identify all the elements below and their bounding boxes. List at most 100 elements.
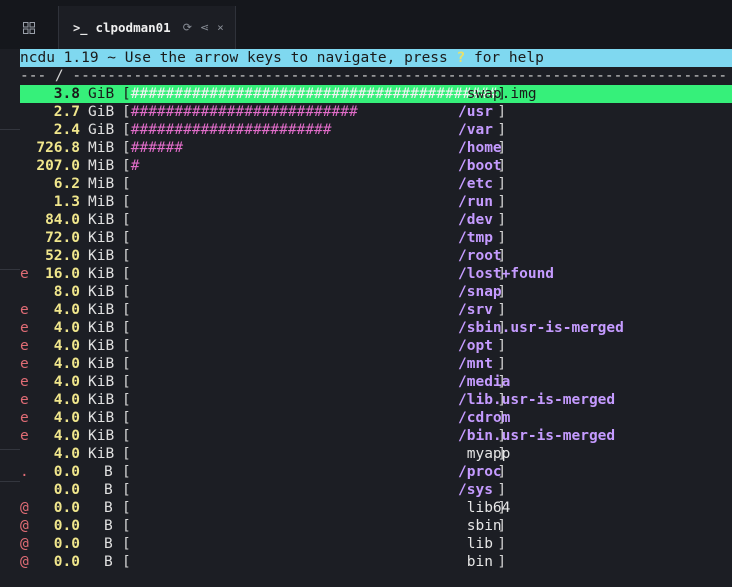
item-flag: . [20, 464, 29, 480]
directory-name: /etc [458, 176, 493, 192]
usage-bar-fill: ########################################… [130, 86, 498, 102]
directory-name: /cdrom [458, 410, 511, 426]
close-icon[interactable]: × [217, 21, 224, 34]
usage-bar: [ ] [122, 212, 507, 228]
item-unit: B [104, 464, 113, 480]
item-size: 2.4 [53, 122, 80, 138]
directory-name: /lost+found [458, 266, 555, 282]
item-size: 4.0 [53, 356, 80, 372]
tab-grid-button[interactable] [0, 6, 58, 49]
item-size: 207.0 [36, 158, 80, 174]
terminal-window[interactable]: ncdu 1.19 ~ Use the arrow keys to naviga… [20, 49, 732, 587]
list-item[interactable]: e 4.0 KiB [ ]/sbin.usr-is-merged [20, 319, 732, 337]
usage-bar: [#######################################… [122, 86, 507, 102]
list-item[interactable]: 6.2 MiB [ ]/etc [20, 175, 732, 193]
list-item[interactable]: 207.0 MiB [# ]/boot [20, 157, 732, 175]
usage-bar: [ ] [122, 464, 507, 480]
file-name: lib64 [458, 500, 511, 516]
list-item[interactable]: 3.8 GiB [#################################… [20, 85, 732, 103]
item-unit: KiB [88, 374, 115, 390]
item-size: 0.0 [53, 536, 80, 552]
item-unit: MiB [88, 140, 115, 156]
directory-name: /lib.usr-is-merged [458, 392, 616, 408]
usage-bar: [ ] [122, 302, 507, 318]
help-key: ? [456, 50, 466, 66]
list-item[interactable]: @0.0 B [ ] lib [20, 535, 732, 553]
usage-bar: [ ] [122, 500, 507, 516]
item-size: 84.0 [45, 212, 80, 228]
item-unit: KiB [88, 356, 115, 372]
list-item[interactable]: 8.0 KiB [ ]/snap [20, 283, 732, 301]
header-text: ncdu 1.19 ~ Use the arrow keys to naviga… [20, 50, 457, 66]
directory-name: /dev [458, 212, 493, 228]
tab-title: clpodman01 [95, 20, 171, 35]
usage-bar-fill: # [130, 158, 140, 174]
list-item[interactable]: @0.0 B [ ] bin [20, 553, 732, 571]
item-size: 726.8 [36, 140, 80, 156]
list-item[interactable]: @0.0 B [ ] lib64 [20, 499, 732, 517]
item-unit: KiB [88, 410, 115, 426]
list-item[interactable]: e 16.0 KiB [ ]/lost+found [20, 265, 732, 283]
list-item[interactable]: 4.0 KiB [ ] myapp [20, 445, 732, 463]
usage-bar: [####################### ] [122, 122, 507, 138]
left-sidebar-strip [0, 49, 21, 587]
list-item[interactable]: e 4.0 KiB [ ]/cdrom [20, 409, 732, 427]
item-size: 0.0 [53, 464, 80, 480]
usage-bar-fill: ###### [130, 140, 184, 156]
item-size: 6.2 [53, 176, 80, 192]
list-item[interactable]: 72.0 KiB [ ]/tmp [20, 229, 732, 247]
list-item[interactable]: e 4.0 KiB [ ]/opt [20, 337, 732, 355]
item-size: 4.0 [53, 410, 80, 426]
list-item[interactable]: e 4.0 KiB [ ]/srv [20, 301, 732, 319]
item-unit: KiB [88, 230, 115, 246]
item-size: 0.0 [53, 518, 80, 534]
directory-name: /opt [458, 338, 493, 354]
directory-name: /srv [458, 302, 493, 318]
list-item[interactable]: e 4.0 KiB [ ]/media [20, 373, 732, 391]
list-item[interactable]: 0.0 B [ ]/sys [20, 481, 732, 499]
directory-name: /snap [458, 284, 502, 300]
item-unit: GiB [88, 104, 115, 120]
item-unit: KiB [88, 302, 115, 318]
usage-bar: [ ] [122, 284, 507, 300]
list-item[interactable]: 2.7 GiB [########################## ]/usr [20, 103, 732, 121]
list-item[interactable]: 726.8 MiB [###### ]/home [20, 139, 732, 157]
list-item[interactable]: . 0.0 B [ ]/proc [20, 463, 732, 481]
share-icon[interactable]: ⋖ [200, 21, 209, 34]
item-size: 0.0 [53, 500, 80, 516]
item-size: 2.7 [53, 104, 80, 120]
tab-clpodman01[interactable]: >_ clpodman01 ⟳ ⋖ × [58, 6, 236, 49]
item-flag: e [20, 392, 29, 408]
list-item[interactable]: e 4.0 KiB [ ]/mnt [20, 355, 732, 373]
item-unit: GiB [88, 86, 115, 102]
item-unit: MiB [88, 158, 115, 174]
list-item[interactable]: 2.4 GiB [####################### ]/var [20, 121, 732, 139]
item-flag: @ [20, 536, 29, 552]
item-unit: B [104, 482, 113, 498]
usage-bar-fill: ####################### [130, 122, 332, 138]
list-item[interactable]: 1.3 MiB [ ]/run [20, 193, 732, 211]
list-item[interactable]: 52.0 KiB [ ]/root [20, 247, 732, 265]
directory-name: /sbin.usr-is-merged [458, 320, 624, 336]
item-unit: KiB [88, 212, 115, 228]
item-flag: e [20, 302, 29, 318]
current-path-line: --- / ----------------------------------… [20, 68, 728, 84]
sidebar-divider [0, 269, 20, 270]
item-unit: B [104, 554, 113, 570]
list-item[interactable]: @0.0 B [ ] sbin [20, 517, 732, 535]
item-size: 4.0 [53, 392, 80, 408]
list-item[interactable]: e 4.0 KiB [ ]/bin.usr-is-merged [20, 427, 732, 445]
item-size: 4.0 [53, 428, 80, 444]
item-unit: KiB [88, 266, 115, 282]
list-item[interactable]: e 4.0 KiB [ ]/lib.usr-is-merged [20, 391, 732, 409]
usage-bar: [ ] [122, 392, 507, 408]
directory-name: /proc [458, 464, 502, 480]
refresh-icon[interactable]: ⟳ [183, 21, 192, 34]
item-flag: @ [20, 554, 29, 570]
list-item[interactable]: 84.0 KiB [ ]/dev [20, 211, 732, 229]
directory-name: /usr [458, 104, 493, 120]
usage-bar: [ ] [122, 248, 507, 264]
item-size: 1.3 [53, 194, 80, 210]
item-size: 4.0 [53, 374, 80, 390]
item-unit: KiB [88, 428, 115, 444]
